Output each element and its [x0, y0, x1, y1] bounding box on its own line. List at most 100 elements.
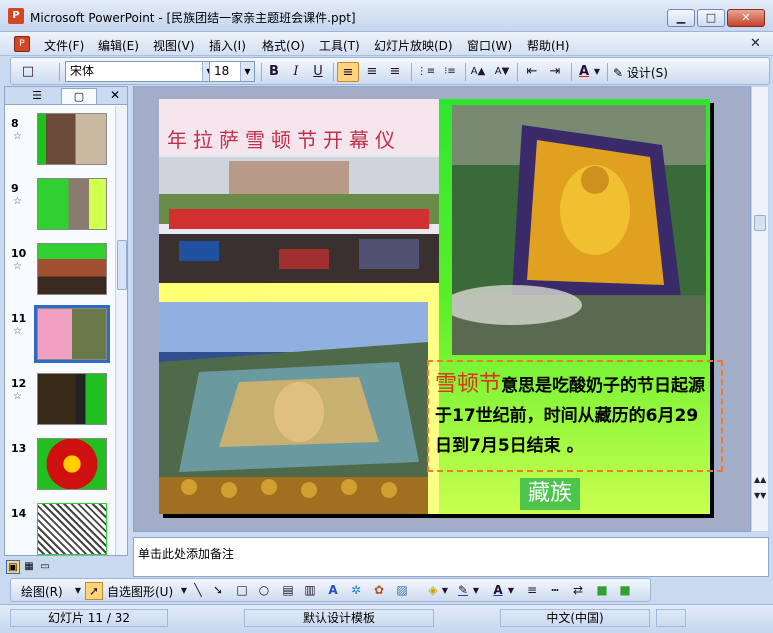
menu-slideshow[interactable]: 幻灯片放映(D) — [374, 37, 453, 54]
document-icon[interactable]: P — [14, 36, 30, 52]
panel-close-icon[interactable]: ✕ — [110, 88, 120, 102]
draw-menu-button[interactable]: 绘图(R) — [21, 583, 63, 600]
view-buttons: ▣ ▦ ▭ — [6, 560, 66, 574]
chevron-down-icon[interactable]: ▼ — [240, 62, 254, 81]
line-color-icon[interactable]: ✎ — [454, 582, 472, 600]
slide-thumbnail-14[interactable]: 14 — [9, 503, 113, 563]
arrow-style-icon[interactable]: ⇄ — [569, 582, 587, 600]
description-textbox[interactable]: 雪顿节意思是吃酸奶子的节日起源于17世纪前，时间从藏历的6月29日到7月5日结束… — [427, 360, 723, 472]
slide-thumbnail-8[interactable]: 8 ☆ — [9, 113, 113, 173]
menu-help[interactable]: 帮助(H) — [527, 37, 569, 54]
ethnic-group-label[interactable]: 藏族 — [520, 478, 580, 510]
powerpoint-app-icon[interactable]: P — [8, 8, 24, 24]
scrollbar-thumb[interactable] — [117, 240, 127, 290]
chevron-down-icon[interactable]: ▼ — [440, 582, 450, 600]
chevron-down-icon[interactable]: ▼ — [591, 62, 603, 82]
tab-outline[interactable]: ☰ — [19, 88, 55, 104]
rectangle-icon[interactable]: □ — [233, 582, 251, 600]
align-center-button[interactable]: ≡ — [361, 62, 383, 82]
slides-panel: ☰ ▢ ✕ 8 ☆ 9 ☆ 10 ☆ 11 ☆ 12 ☆ 13 14 — [4, 86, 128, 556]
festival-opening-photo[interactable]: 年拉萨雪顿节开幕仪 — [159, 99, 439, 283]
chevron-down-icon[interactable]: ▼ — [506, 582, 516, 600]
thumbnail-image — [37, 438, 107, 490]
align-right-button[interactable]: ≡ — [384, 62, 406, 82]
thangka-unveiling-photo[interactable] — [159, 302, 428, 514]
chevron-down-icon[interactable]: ▼ — [179, 582, 189, 600]
autoshapes-button[interactable]: 自选图形(U) — [107, 583, 173, 600]
bullets-button[interactable]: ⁝≡ — [439, 62, 461, 82]
3d-style-icon[interactable]: ■ — [616, 582, 634, 600]
next-slide-icon[interactable]: ▼▼ — [754, 491, 766, 500]
formatting-toolbar: □ 宋体 ▼ 18 ▼ B I U ≡ ≡ ≡ ⋮≡ ⁝≡ A▲ A▼ ⇤ ⇥ … — [10, 57, 770, 85]
design-button[interactable]: ✎ 设计(S) — [613, 64, 668, 81]
picture-icon[interactable]: ▨ — [393, 582, 411, 600]
chevron-down-icon[interactable]: ▼ — [73, 582, 83, 600]
diagram-icon[interactable]: ✲ — [347, 582, 365, 600]
italic-button[interactable]: I — [285, 62, 307, 82]
close-button[interactable]: ✕ — [727, 9, 765, 27]
wordart-icon[interactable]: A — [324, 582, 342, 600]
previous-slide-icon[interactable]: ▲▲ — [754, 475, 766, 484]
decrease-indent-button[interactable]: ⇤ — [521, 62, 543, 82]
drawing-toolbar: 绘图(R) ▼ ➚ 自选图形(U) ▼ ╲ ➘ □ ○ ▤ ▥ A ✲ ✿ ▨ … — [10, 578, 651, 602]
bold-button[interactable]: B — [263, 62, 285, 82]
tab-slides[interactable]: ▢ — [61, 88, 97, 104]
document-close-icon[interactable]: ✕ — [750, 36, 761, 51]
menu-view[interactable]: 视图(V) — [153, 37, 195, 54]
numbering-button[interactable]: ⋮≡ — [415, 62, 437, 82]
slide-thumbnail-13[interactable]: 13 — [9, 438, 113, 498]
vertical-textbox-icon[interactable]: ▥ — [301, 582, 319, 600]
select-pointer-icon[interactable]: ➚ — [85, 582, 103, 600]
slide-thumbnail-9[interactable]: 9 ☆ — [9, 178, 113, 238]
notes-pane[interactable]: 单击此处添加备注 — [133, 537, 769, 577]
slide-thumbnail-10[interactable]: 10 ☆ — [9, 243, 113, 303]
menu-window[interactable]: 窗口(W) — [467, 37, 512, 54]
align-left-button[interactable]: ≡ — [337, 62, 359, 82]
menu-tools[interactable]: 工具(T) — [319, 37, 360, 54]
increase-indent-button[interactable]: ⇥ — [544, 62, 566, 82]
dash-style-icon[interactable]: ┅ — [546, 582, 564, 600]
arrow-icon[interactable]: ➘ — [209, 582, 227, 600]
menu-edit[interactable]: 编辑(E) — [98, 37, 139, 54]
maximize-button[interactable]: □ — [697, 9, 725, 27]
menu-insert[interactable]: 插入(I) — [209, 37, 246, 54]
thumbnail-image — [37, 373, 107, 425]
thumbnail-image — [37, 113, 107, 165]
thangka-mountain-photo[interactable] — [452, 105, 706, 355]
font-size-select[interactable]: 18 ▼ — [209, 61, 255, 82]
normal-view-button[interactable]: ▣ — [6, 560, 20, 574]
design-template-status[interactable]: 默认设计模板 — [244, 609, 434, 627]
banner-text: 年拉萨雪顿节开幕仪 — [167, 128, 401, 152]
thangka-unveiling-image — [159, 302, 428, 514]
increase-font-button[interactable]: A▲ — [467, 62, 489, 82]
minimize-button[interactable]: ▁ — [667, 9, 695, 27]
underline-button[interactable]: U — [307, 62, 329, 82]
status-empty-cell — [656, 609, 686, 627]
font-color-icon[interactable]: A — [489, 582, 507, 600]
slide-number: 9 — [11, 182, 19, 195]
font-name-select[interactable]: 宋体 ▼ — [65, 61, 217, 82]
slide-number: 8 — [11, 117, 19, 130]
decrease-font-button[interactable]: A▼ — [491, 62, 513, 82]
line-style-icon[interactable]: ≡ — [523, 582, 541, 600]
title-bar: P Microsoft PowerPoint - [民族团结一家亲主题班会课件.… — [0, 0, 773, 32]
menu-format[interactable]: 格式(O) — [262, 37, 305, 54]
slides-panel-scrollbar[interactable] — [115, 106, 127, 555]
line-icon[interactable]: ╲ — [189, 582, 207, 600]
shadow-style-icon[interactable]: ■ — [593, 582, 611, 600]
clipart-icon[interactable]: ✿ — [370, 582, 388, 600]
oval-icon[interactable]: ○ — [255, 582, 273, 600]
slide-canvas[interactable]: 年拉萨雪顿节开幕仪 雪顿节意思是吃酸奶子的节日起源于17世纪前，时间从藏历的6月… — [159, 99, 723, 514]
slide-vertical-scrollbar[interactable]: ▲▲ ▼▼ — [751, 86, 769, 532]
slide-thumbnail-11[interactable]: 11 ☆ — [9, 305, 113, 368]
slideshow-view-button[interactable]: ▭ — [38, 560, 52, 574]
new-document-icon[interactable]: □ — [17, 62, 39, 82]
slide-sorter-view-button[interactable]: ▦ — [22, 560, 36, 574]
slide-thumbnail-12[interactable]: 12 ☆ — [9, 373, 113, 433]
animation-star-icon: ☆ — [13, 196, 22, 207]
textbox-icon[interactable]: ▤ — [279, 582, 297, 600]
thumbnail-image — [37, 503, 107, 555]
scrollbar-thumb[interactable] — [754, 215, 766, 231]
menu-file[interactable]: 文件(F) — [44, 37, 84, 54]
chevron-down-icon[interactable]: ▼ — [471, 582, 481, 600]
